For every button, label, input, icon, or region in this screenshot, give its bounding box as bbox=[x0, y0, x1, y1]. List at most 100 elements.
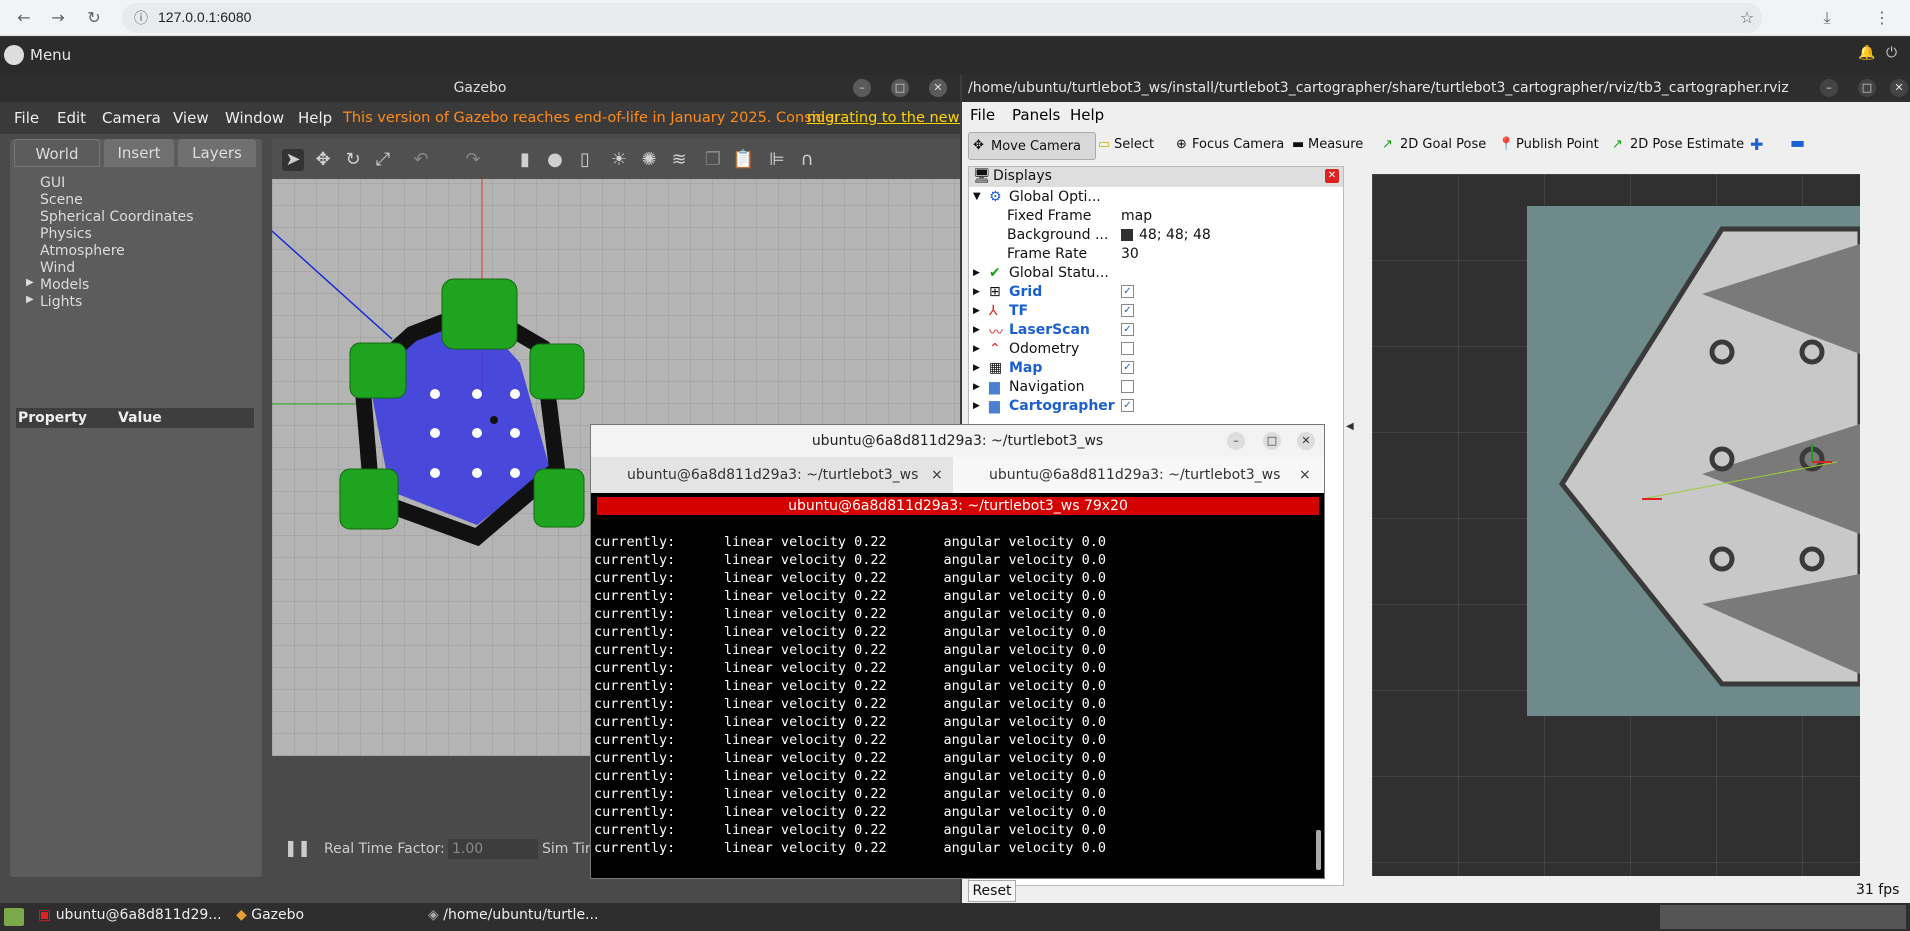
publish-point-icon[interactable]: 📍 bbox=[1498, 137, 1514, 152]
expand-lights-icon[interactable]: ▶ bbox=[26, 294, 34, 305]
select-icon[interactable]: ▭ bbox=[1098, 137, 1110, 152]
paste-icon[interactable]: 📋 bbox=[732, 149, 754, 171]
migration-link[interactable]: migrating to the new G bbox=[807, 110, 960, 126]
pose-estimate-icon[interactable]: ↗ bbox=[1612, 137, 1623, 152]
cartographer-checkbox[interactable]: ✓ bbox=[1121, 399, 1134, 412]
rviz-3d-view[interactable] bbox=[1372, 174, 1860, 876]
term-maximize-button[interactable]: □ bbox=[1263, 432, 1281, 450]
goal-pose-icon[interactable]: ↗ bbox=[1382, 137, 1393, 152]
fixed-frame-value[interactable]: map bbox=[1121, 208, 1152, 224]
menu-camera[interactable]: Camera bbox=[102, 109, 161, 127]
collapse-panel-icon[interactable]: ◀ bbox=[1346, 421, 1354, 432]
remove-tool-icon[interactable]: ▬ bbox=[1790, 133, 1805, 152]
redo-icon[interactable]: ↷ bbox=[462, 149, 484, 171]
maximize-button[interactable]: □ bbox=[891, 79, 909, 97]
spot-light-icon[interactable]: ✺ bbox=[638, 149, 660, 171]
point-light-icon[interactable]: ☀ bbox=[608, 149, 630, 171]
move-camera-button[interactable]: ✥ Move Camera bbox=[968, 132, 1096, 160]
global-status-row[interactable]: ▶ ✔ Global Statu... bbox=[969, 264, 1343, 283]
tab-world[interactable]: World bbox=[14, 139, 100, 167]
displays-close-icon[interactable]: ✕ bbox=[1325, 169, 1339, 183]
scale-icon[interactable]: ⤢ bbox=[372, 149, 394, 171]
expand-icon[interactable]: ▶ bbox=[973, 382, 980, 392]
tree-item-physics[interactable]: Physics bbox=[40, 226, 92, 242]
frame-rate-row[interactable]: Frame Rate 30 bbox=[969, 245, 1343, 264]
show-desktop-icon[interactable] bbox=[4, 908, 24, 926]
background-value[interactable]: 48; 48; 48 bbox=[1139, 227, 1211, 243]
fixed-frame-row[interactable]: Fixed Frame map bbox=[969, 207, 1343, 226]
menu-logo-icon[interactable] bbox=[4, 45, 24, 65]
navigation-row[interactable]: ▶ ▆ Navigation bbox=[969, 378, 1343, 397]
terminal-output[interactable]: currently: linear velocity 0.22 angular … bbox=[594, 533, 1314, 857]
odometry-row[interactable]: ▶ ⌃ Odometry bbox=[969, 340, 1343, 359]
expand-models-icon[interactable]: ▶ bbox=[26, 277, 34, 288]
frame-rate-value[interactable]: 30 bbox=[1121, 246, 1139, 262]
taskbar-item-rviz[interactable]: ◈ /home/ubuntu/turtle... bbox=[428, 907, 598, 923]
workspace-switcher[interactable] bbox=[1660, 905, 1906, 929]
tree-item-models[interactable]: Models bbox=[40, 277, 89, 293]
expand-icon[interactable]: ▶ bbox=[973, 344, 980, 354]
download-icon[interactable]: ⤓ bbox=[1815, 6, 1839, 30]
rviz-close-button[interactable]: ✕ bbox=[1890, 79, 1908, 97]
pause-icon[interactable]: ❚❚ bbox=[284, 838, 311, 857]
tf-checkbox[interactable]: ✓ bbox=[1121, 304, 1134, 317]
publish-point-tool[interactable]: Publish Point bbox=[1516, 137, 1599, 152]
map-checkbox[interactable]: ✓ bbox=[1121, 361, 1134, 374]
tab-insert[interactable]: Insert bbox=[104, 139, 174, 167]
global-options-row[interactable]: ▼ ⚙ Global Opti... bbox=[969, 188, 1343, 207]
bookmark-star-icon[interactable]: ☆ bbox=[1735, 6, 1759, 30]
site-info-icon[interactable]: ⓘ bbox=[134, 8, 148, 28]
tree-item-wind[interactable]: Wind bbox=[40, 260, 75, 276]
rviz-maximize-button[interactable]: □ bbox=[1858, 79, 1876, 97]
expand-icon[interactable]: ▶ bbox=[973, 401, 980, 411]
translate-icon[interactable]: ✥ bbox=[312, 149, 334, 171]
grid-checkbox[interactable]: ✓ bbox=[1121, 285, 1134, 298]
copy-icon[interactable]: ❐ bbox=[702, 149, 724, 171]
menu-edit[interactable]: Edit bbox=[57, 109, 86, 127]
tab-1-close-icon[interactable]: × bbox=[931, 457, 943, 493]
tree-item-spherical[interactable]: Spherical Coordinates bbox=[40, 209, 194, 225]
expand-icon[interactable]: ▶ bbox=[973, 268, 980, 278]
menu-view[interactable]: View bbox=[173, 109, 209, 127]
map-row[interactable]: ▶ ▦ Map ✓ bbox=[969, 359, 1343, 378]
laserscan-row[interactable]: ▶ 〰 LaserScan ✓ bbox=[969, 321, 1343, 341]
tree-item-gui[interactable]: GUI bbox=[40, 175, 65, 191]
tab-layers[interactable]: Layers bbox=[178, 139, 256, 167]
rotate-icon[interactable]: ↻ bbox=[342, 149, 364, 171]
background-row[interactable]: Background ... 48; 48; 48 bbox=[969, 226, 1343, 245]
cartographer-row[interactable]: ▶ ▆ Cartographer ✓ bbox=[969, 397, 1343, 416]
tf-row[interactable]: ▶ ⅄ TF ✓ bbox=[969, 302, 1343, 321]
tab-2-close-icon[interactable]: × bbox=[1299, 457, 1311, 493]
taskbar-item-gazebo[interactable]: ◆ Gazebo bbox=[236, 907, 304, 923]
tree-item-lights[interactable]: Lights bbox=[40, 294, 82, 310]
collapse-icon[interactable]: ▼ bbox=[973, 191, 981, 202]
grid-row[interactable]: ▶ ⊞ Grid ✓ bbox=[969, 283, 1343, 302]
box-shape-icon[interactable]: ▮ bbox=[514, 149, 536, 171]
align-icon[interactable]: ⊫ bbox=[766, 149, 788, 171]
term-minimize-button[interactable]: – bbox=[1227, 432, 1245, 450]
goal-pose-tool[interactable]: 2D Goal Pose bbox=[1400, 137, 1486, 152]
tree-item-scene[interactable]: Scene bbox=[40, 192, 83, 208]
expand-icon[interactable]: ▶ bbox=[973, 287, 980, 297]
reload-icon[interactable]: ↻ bbox=[82, 6, 106, 30]
measure-tool[interactable]: Measure bbox=[1308, 137, 1363, 152]
pose-estimate-tool[interactable]: 2D Pose Estimate bbox=[1630, 137, 1744, 152]
forward-icon[interactable]: → bbox=[46, 6, 70, 30]
focus-camera-icon[interactable]: ⊕ bbox=[1176, 137, 1187, 152]
rviz-menu-file[interactable]: File bbox=[970, 106, 995, 124]
menu-file[interactable]: File bbox=[14, 109, 39, 127]
address-bar[interactable]: ⓘ 127.0.0.1:6080 bbox=[122, 3, 1762, 33]
expand-icon[interactable]: ▶ bbox=[973, 306, 980, 316]
color-swatch[interactable] bbox=[1121, 229, 1133, 241]
odometry-checkbox[interactable] bbox=[1121, 342, 1134, 355]
laserscan-checkbox[interactable]: ✓ bbox=[1121, 323, 1134, 336]
expand-icon[interactable]: ▶ bbox=[973, 363, 980, 373]
select-arrow-icon[interactable]: ➤ bbox=[282, 149, 304, 171]
cylinder-shape-icon[interactable]: ▯ bbox=[574, 149, 596, 171]
menu-dots-icon[interactable]: ⋮ bbox=[1870, 6, 1894, 30]
bell-icon[interactable]: 🔔 bbox=[1858, 45, 1875, 61]
terminal-scrollbar[interactable] bbox=[1316, 830, 1321, 870]
terminal-tab-2[interactable]: ubuntu@6a8d811d29a3: ~/turtlebot3_ws × bbox=[953, 457, 1324, 493]
undo-icon[interactable]: ↶ bbox=[410, 149, 432, 171]
expand-icon[interactable]: ▶ bbox=[973, 325, 980, 335]
